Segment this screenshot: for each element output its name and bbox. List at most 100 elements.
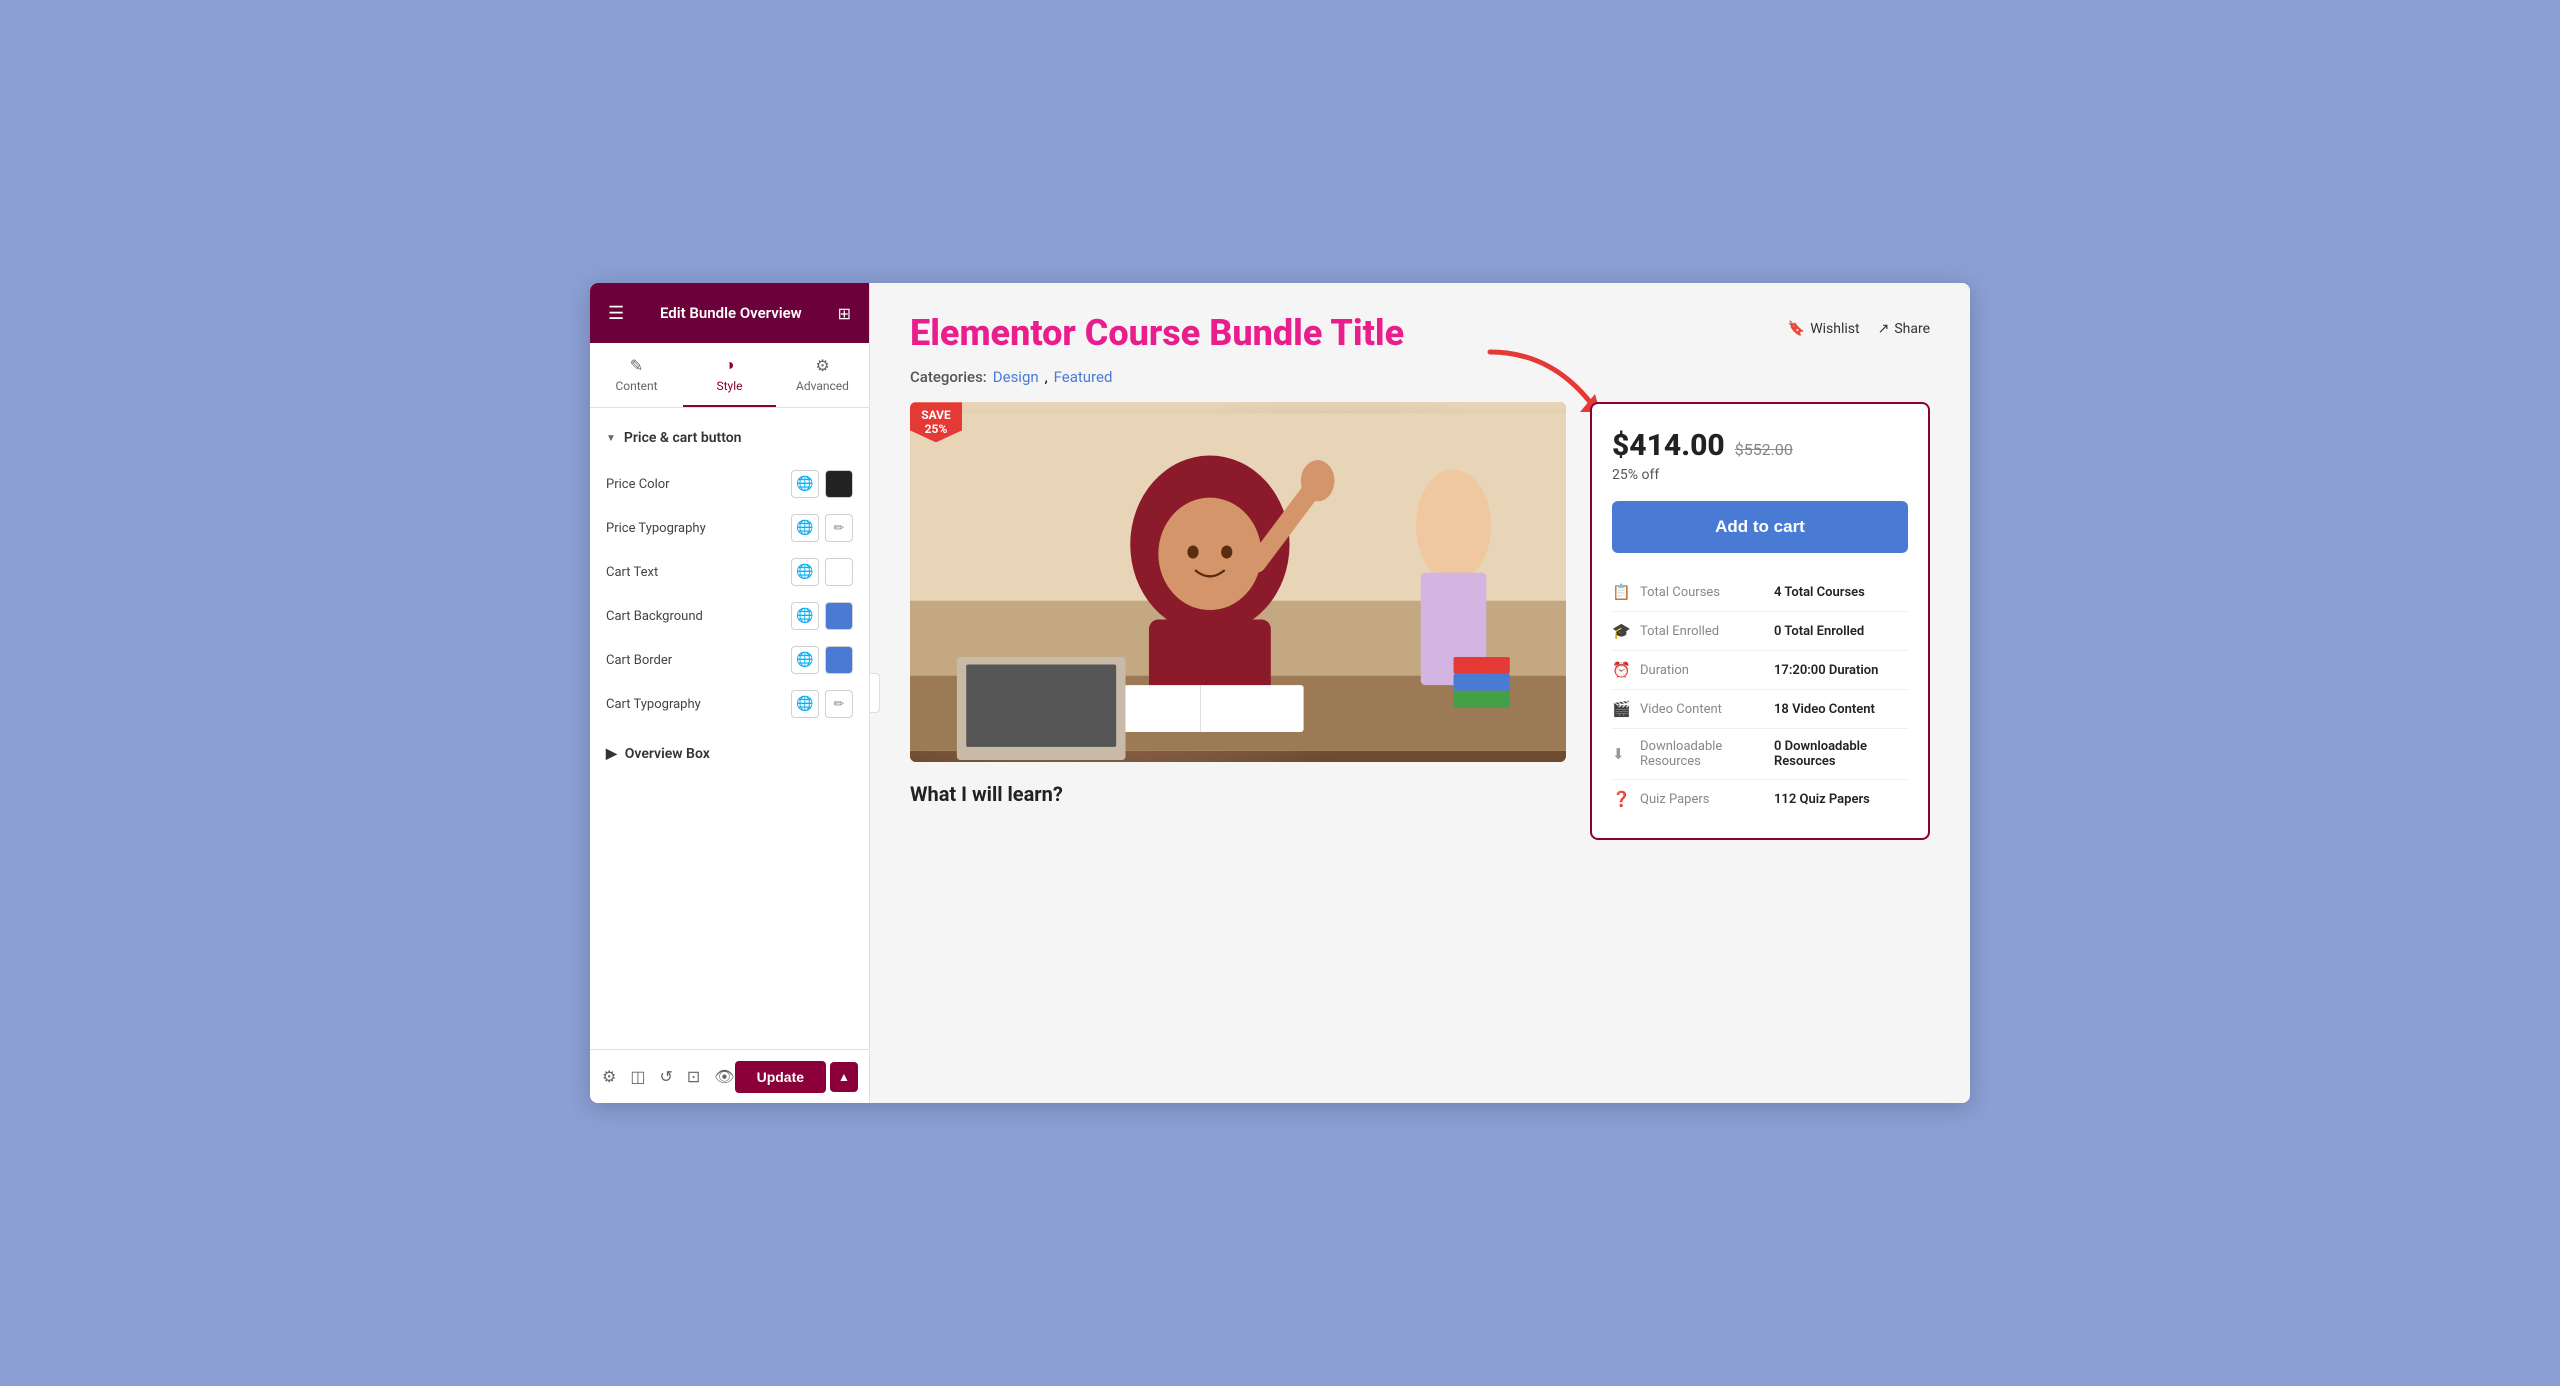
category-separator: , (1045, 368, 1048, 386)
globe-icon-5[interactable]: 🌐 (791, 646, 819, 674)
footer-icons: ⚙ ◫ ↺ ⊡ 👁 (602, 1067, 735, 1086)
content-icon: ✎ (630, 356, 643, 375)
prop-price-color: Price Color 🌐 (590, 462, 869, 506)
header-actions: 🔖 Wishlist ↗ Share (1788, 321, 1930, 337)
category-design[interactable]: Design (993, 368, 1039, 386)
prop-price-typography: Price Typography 🌐 ✏ (590, 506, 869, 550)
pencil-icon-2[interactable]: ✏ (825, 690, 853, 718)
stat-video-content: 🎬 Video Content 18 Video Content (1612, 689, 1908, 728)
section-arrow-icon: ▼ (606, 433, 616, 444)
price-discount: 25% off (1612, 467, 1908, 483)
layers-icon[interactable]: ◫ (630, 1067, 645, 1086)
prop-cart-typography: Cart Typography 🌐 ✏ (590, 682, 869, 726)
sidebar-title: Edit Bundle Overview (660, 304, 802, 322)
stats-list: 📋 Total Courses 4 Total Courses 🎓 Total … (1612, 573, 1908, 818)
prop-cart-border: Cart Border 🌐 (590, 638, 869, 682)
price-main: $414.00 $552.00 (1612, 428, 1908, 463)
prop-cart-text: Cart Text 🌐 (590, 550, 869, 594)
category-featured[interactable]: Featured (1054, 368, 1113, 386)
what-learn-heading: What I will learn? (910, 782, 1566, 806)
wishlist-link[interactable]: 🔖 Wishlist (1788, 321, 1860, 337)
section-overview-box-header[interactable]: ▶ Overview Box (590, 734, 869, 774)
share-link[interactable]: ↗ Share (1878, 321, 1930, 337)
color-swatch-blue-1[interactable] (825, 602, 853, 630)
prop-cart-text-label: Cart Text (606, 565, 658, 580)
collapse-handle[interactable]: ‹ (870, 673, 880, 713)
settings-icon[interactable]: ⚙ (602, 1067, 616, 1086)
quiz-icon: ❓ (1612, 790, 1640, 808)
tab-content-label: Content (615, 379, 657, 393)
advanced-icon: ⚙ (815, 356, 829, 375)
globe-icon-4[interactable]: 🌐 (791, 602, 819, 630)
course-image-wrap: SAVE 25% (910, 402, 1566, 762)
hamburger-icon[interactable]: ☰ (608, 303, 624, 324)
prop-price-color-label: Price Color (606, 477, 670, 492)
stat-total-courses: 📋 Total Courses 4 Total Courses (1612, 573, 1908, 611)
stat-enrolled-key: Total Enrolled (1640, 624, 1774, 639)
stat-quiz-val: 112 Quiz Papers (1774, 792, 1908, 807)
prop-cart-background: Cart Background 🌐 (590, 594, 869, 638)
content-grid: SAVE 25% (910, 402, 1930, 840)
course-image-sim (910, 402, 1566, 762)
prop-cart-border-controls: 🌐 (791, 646, 853, 674)
section-overview-box-label: Overview Box (625, 746, 710, 762)
stat-enrolled-val: 0 Total Enrolled (1774, 624, 1908, 639)
stat-courses-key: Total Courses (1640, 585, 1774, 600)
save-line2: 25% (920, 422, 952, 436)
color-swatch-black[interactable] (825, 470, 853, 498)
enrolled-icon: 🎓 (1612, 622, 1640, 640)
pencil-icon[interactable]: ✏ (825, 514, 853, 542)
course-image-svg (910, 402, 1566, 762)
update-arrow-button[interactable]: ▲ (830, 1062, 858, 1092)
course-header: Elementor Course Bundle Title 🔖 Wishlist… (910, 313, 1930, 354)
globe-icon-6[interactable]: 🌐 (791, 690, 819, 718)
stat-duration-key: Duration (1640, 663, 1774, 678)
prop-cart-background-label: Cart Background (606, 609, 703, 624)
tab-style[interactable]: ◑ Style (683, 343, 776, 407)
price-card: $414.00 $552.00 25% off Add to cart 📋 To… (1590, 402, 1930, 840)
prop-cart-border-label: Cart Border (606, 653, 672, 668)
tab-style-label: Style (716, 379, 742, 393)
stat-downloadable-val: 0 Downloadable Resources (1774, 739, 1908, 769)
color-swatch-white[interactable] (825, 558, 853, 586)
tab-content[interactable]: ✎ Content (590, 343, 683, 407)
main-content: ‹ Elementor Course Bundle Title 🔖 Wishli… (870, 283, 1970, 1103)
stat-quiz: ❓ Quiz Papers 112 Quiz Papers (1612, 779, 1908, 818)
duration-icon: ⏰ (1612, 661, 1640, 679)
stat-downloadable: ⬇ Downloadable Resources 0 Downloadable … (1612, 728, 1908, 779)
wishlist-label: Wishlist (1810, 321, 1859, 337)
section-price-cart-header[interactable]: ▼ Price & cart button (590, 418, 869, 458)
history-icon[interactable]: ↺ (659, 1067, 672, 1086)
categories-label: Categories: (910, 368, 987, 386)
sidebar: ☰ Edit Bundle Overview ⊞ ✎ Content ◑ Sty… (590, 283, 870, 1103)
prop-cart-text-controls: 🌐 (791, 558, 853, 586)
prop-price-typography-label: Price Typography (606, 521, 706, 536)
app-window: ☰ Edit Bundle Overview ⊞ ✎ Content ◑ Sty… (590, 283, 1970, 1103)
prop-cart-typography-label: Cart Typography (606, 697, 701, 712)
courses-icon: 📋 (1612, 583, 1640, 601)
prop-price-color-controls: 🌐 (791, 470, 853, 498)
eye-icon[interactable]: 👁 (714, 1067, 734, 1086)
tab-advanced-label: Advanced (796, 379, 849, 393)
tab-advanced[interactable]: ⚙ Advanced (776, 343, 869, 407)
update-button[interactable]: Update (735, 1061, 826, 1093)
globe-icon-3[interactable]: 🌐 (791, 558, 819, 586)
add-to-cart-button[interactable]: Add to cart (1612, 501, 1908, 553)
globe-icon[interactable]: 🌐 (791, 470, 819, 498)
share-icon: ↗ (1878, 321, 1890, 337)
stat-courses-val: 4 Total Courses (1774, 585, 1908, 600)
price-original: $552.00 (1735, 440, 1793, 459)
sidebar-header: ☰ Edit Bundle Overview ⊞ (590, 283, 869, 343)
color-swatch-blue-2[interactable] (825, 646, 853, 674)
template-icon[interactable]: ⊡ (687, 1067, 700, 1086)
price-current: $414.00 (1612, 428, 1725, 463)
share-label: Share (1894, 321, 1930, 337)
section-overview-arrow-icon: ▶ (606, 746, 617, 762)
section-price-cart-body: Price Color 🌐 Price Typography 🌐 ✏ (590, 458, 869, 734)
stat-quiz-key: Quiz Papers (1640, 792, 1774, 807)
wishlist-icon: 🔖 (1788, 321, 1805, 337)
grid-icon[interactable]: ⊞ (838, 304, 851, 323)
sidebar-content: ▼ Price & cart button Price Color 🌐 Pric… (590, 408, 869, 1049)
globe-icon-2[interactable]: 🌐 (791, 514, 819, 542)
prop-cart-background-controls: 🌐 (791, 602, 853, 630)
